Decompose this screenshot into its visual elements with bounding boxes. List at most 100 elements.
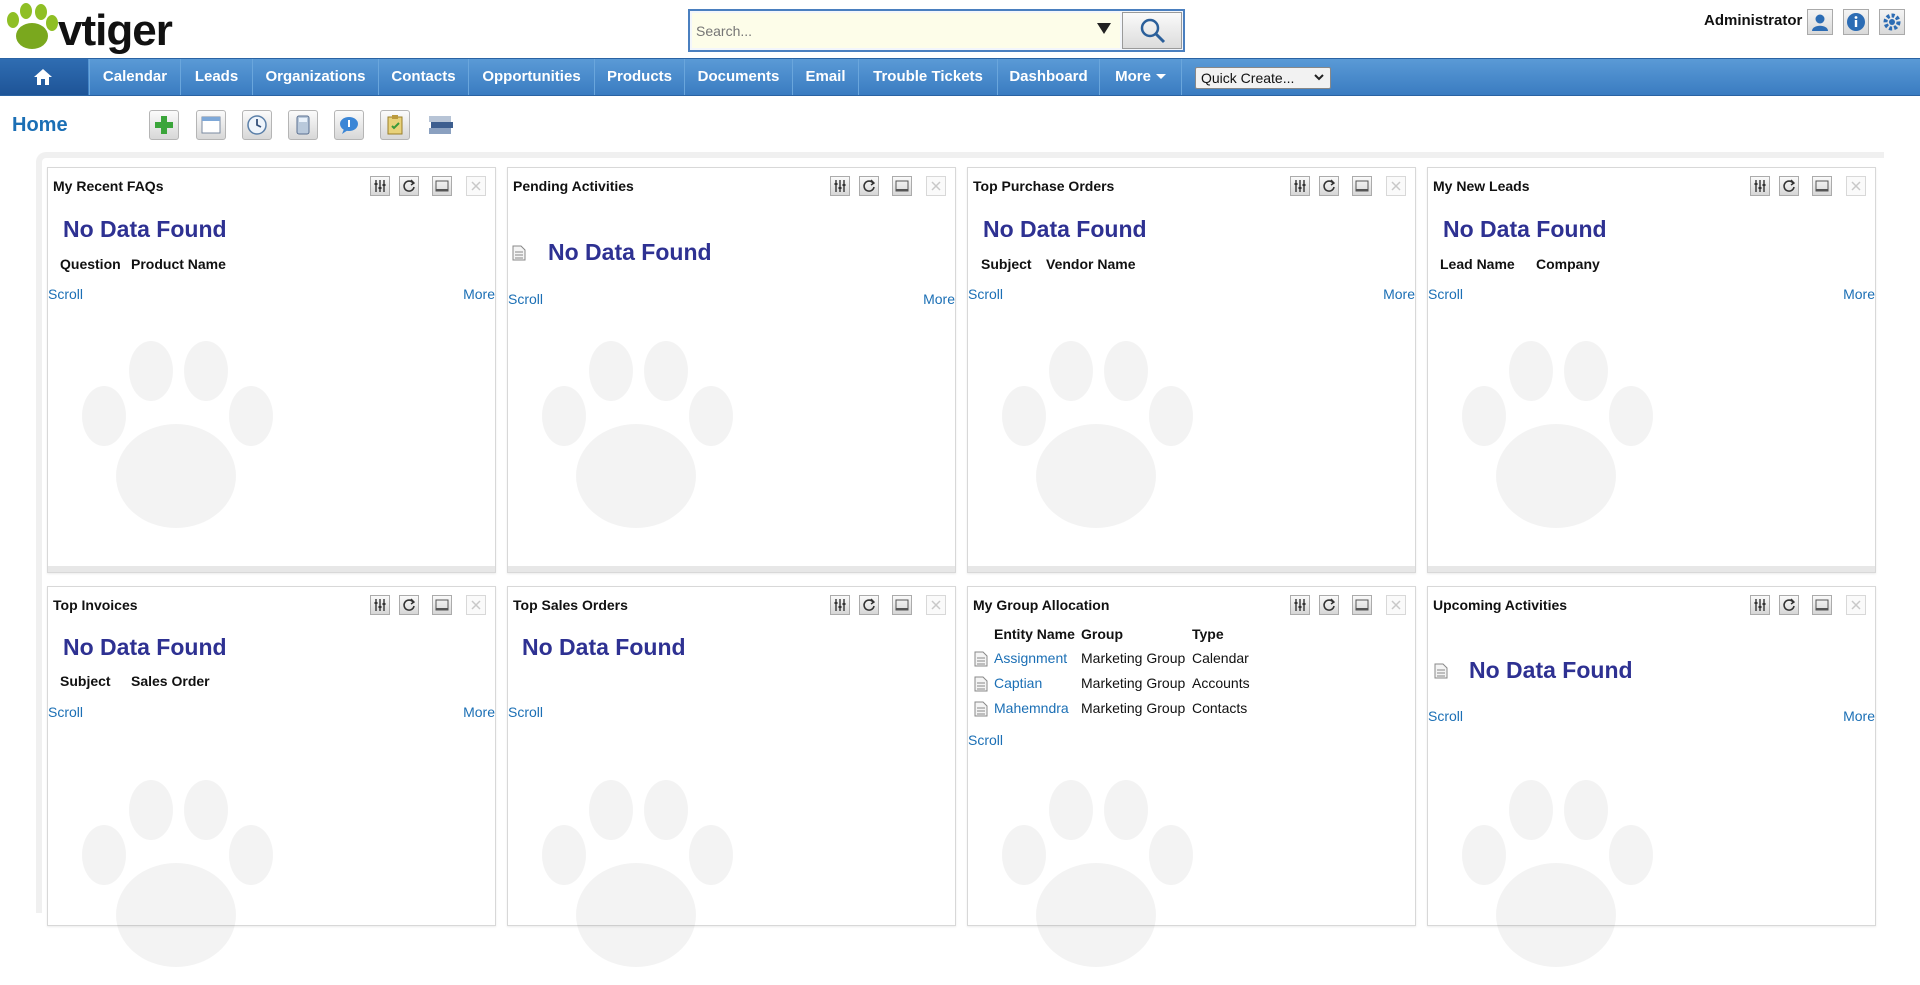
widget-refresh-button[interactable] bbox=[399, 595, 419, 615]
more-link[interactable]: More bbox=[463, 704, 495, 720]
scroll-link[interactable]: Scroll bbox=[1428, 286, 1463, 302]
widget-title: Pending Activities bbox=[513, 178, 634, 194]
column-header: Subject bbox=[981, 256, 1032, 272]
my-preferences-button[interactable] bbox=[1807, 9, 1833, 35]
user-name[interactable]: Administrator bbox=[1704, 12, 1802, 29]
column-header: Product Name bbox=[131, 256, 226, 272]
notebook-button[interactable] bbox=[380, 110, 410, 140]
widget-close-button[interactable] bbox=[1386, 176, 1406, 196]
tag-cloud-button[interactable] bbox=[426, 110, 456, 140]
widget-top-invoices: Top Invoices No Data Found Subject Sales… bbox=[47, 586, 496, 967]
entity-link[interactable]: Mahemndra bbox=[994, 700, 1069, 716]
logo-text: vtiger bbox=[58, 6, 173, 55]
more-link[interactable]: More bbox=[1843, 286, 1875, 302]
widget-close-button[interactable] bbox=[926, 176, 946, 196]
nav-opportunities[interactable]: Opportunities bbox=[468, 59, 594, 95]
widget-footer bbox=[968, 566, 1415, 572]
scroll-link[interactable]: Scroll bbox=[48, 286, 83, 302]
paw-watermark-icon bbox=[1462, 780, 1653, 967]
scroll-link[interactable]: Scroll bbox=[48, 704, 83, 720]
entity-link[interactable]: Assignment bbox=[994, 650, 1067, 666]
minimize-icon bbox=[895, 180, 909, 192]
more-link[interactable]: More bbox=[1843, 708, 1875, 724]
widget-close-button[interactable] bbox=[926, 595, 946, 615]
help-button[interactable] bbox=[1843, 9, 1869, 35]
nav-products[interactable]: Products bbox=[594, 59, 684, 95]
scroll-link[interactable]: Scroll bbox=[968, 732, 1003, 748]
widget-settings-button[interactable] bbox=[1750, 176, 1770, 196]
widget-settings-button[interactable] bbox=[1290, 595, 1310, 615]
entity-link[interactable]: Captian bbox=[994, 675, 1042, 691]
nav-leads[interactable]: Leads bbox=[180, 59, 252, 95]
paw-watermark-icon bbox=[82, 780, 273, 967]
scroll-link[interactable]: Scroll bbox=[508, 291, 543, 307]
chat-button[interactable] bbox=[334, 110, 364, 140]
widget-title: Top Purchase Orders bbox=[973, 178, 1115, 194]
quick-create-select[interactable]: Quick Create... bbox=[1195, 67, 1331, 89]
scroll-link[interactable]: Scroll bbox=[968, 286, 1003, 302]
widget-close-button[interactable] bbox=[466, 595, 486, 615]
nav-contacts[interactable]: Contacts bbox=[378, 59, 468, 95]
widget-refresh-button[interactable] bbox=[859, 176, 879, 196]
widget-minimize-button[interactable] bbox=[1812, 595, 1832, 615]
widget-footer bbox=[48, 566, 495, 572]
clock-button[interactable] bbox=[242, 110, 272, 140]
nav-email[interactable]: Email bbox=[792, 59, 858, 95]
scroll-link[interactable]: Scroll bbox=[508, 704, 543, 720]
chat-icon bbox=[340, 117, 358, 134]
more-link[interactable]: More bbox=[923, 291, 955, 307]
home-tab[interactable] bbox=[0, 59, 88, 95]
search-dropdown-icon[interactable] bbox=[1097, 23, 1111, 34]
close-icon bbox=[1391, 181, 1401, 191]
no-data-message: No Data Found bbox=[522, 634, 686, 660]
scroll-link[interactable]: Scroll bbox=[1428, 708, 1463, 724]
widget-refresh-button[interactable] bbox=[1779, 595, 1799, 615]
calculator-button[interactable] bbox=[288, 110, 318, 140]
widget-close-button[interactable] bbox=[1846, 595, 1866, 615]
column-header: Vendor Name bbox=[1046, 256, 1136, 272]
widget-settings-button[interactable] bbox=[830, 595, 850, 615]
layout-button[interactable] bbox=[196, 110, 226, 140]
nav-calendar[interactable]: Calendar bbox=[89, 59, 180, 95]
widget-minimize-button[interactable] bbox=[892, 176, 912, 196]
group-cell: Marketing Group bbox=[1081, 650, 1186, 666]
nav-organizations[interactable]: Organizations bbox=[252, 59, 378, 95]
add-widget-button[interactable] bbox=[149, 110, 179, 140]
settings-sliders-icon bbox=[374, 599, 386, 611]
minimize-icon bbox=[895, 599, 909, 611]
widget-minimize-button[interactable] bbox=[1352, 176, 1372, 196]
more-link[interactable]: More bbox=[1383, 286, 1415, 302]
nav-documents[interactable]: Documents bbox=[684, 59, 792, 95]
widget-refresh-button[interactable] bbox=[1319, 595, 1339, 615]
widget-minimize-button[interactable] bbox=[1352, 595, 1372, 615]
widget-refresh-button[interactable] bbox=[1779, 176, 1799, 196]
widget-settings-button[interactable] bbox=[370, 595, 390, 615]
widget-minimize-button[interactable] bbox=[892, 595, 912, 615]
search-icon bbox=[1140, 18, 1166, 44]
widget-settings-button[interactable] bbox=[1750, 595, 1770, 615]
widget-refresh-button[interactable] bbox=[859, 595, 879, 615]
nav-more[interactable]: More bbox=[1099, 59, 1182, 95]
nav-trouble-tickets[interactable]: Trouble Tickets bbox=[858, 59, 997, 95]
search-input[interactable] bbox=[692, 13, 1120, 48]
widget-close-button[interactable] bbox=[1386, 595, 1406, 615]
document-icon bbox=[974, 676, 988, 692]
paw-watermark-icon bbox=[1002, 780, 1193, 967]
widget-minimize-button[interactable] bbox=[432, 595, 452, 615]
settings-button[interactable] bbox=[1879, 9, 1905, 35]
widget-minimize-button[interactable] bbox=[1812, 176, 1832, 196]
widget-settings-button[interactable] bbox=[370, 176, 390, 196]
widget-close-button[interactable] bbox=[1846, 176, 1866, 196]
widget-settings-button[interactable] bbox=[1290, 176, 1310, 196]
close-icon bbox=[931, 600, 941, 610]
search-button[interactable] bbox=[1122, 12, 1182, 49]
quick-create-label: Quick Create... bbox=[1201, 70, 1295, 86]
nav-dashboard[interactable]: Dashboard bbox=[997, 59, 1099, 95]
widget-minimize-button[interactable] bbox=[432, 176, 452, 196]
widget-refresh-button[interactable] bbox=[1319, 176, 1339, 196]
widget-close-button[interactable] bbox=[466, 176, 486, 196]
vtiger-logo[interactable]: vtiger bbox=[2, 2, 207, 56]
more-link[interactable]: More bbox=[463, 286, 495, 302]
widget-refresh-button[interactable] bbox=[399, 176, 419, 196]
widget-settings-button[interactable] bbox=[830, 176, 850, 196]
